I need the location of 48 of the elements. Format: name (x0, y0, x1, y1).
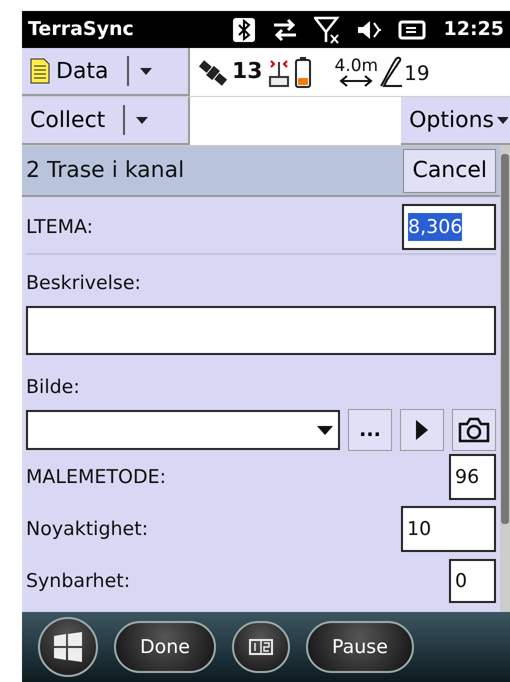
clock-time: 12:25 (444, 17, 504, 42)
caret-icon (316, 424, 334, 436)
pen-icon (378, 56, 404, 88)
double-arrow-icon (339, 74, 374, 86)
input-field[interactable]: 0 (449, 559, 496, 603)
radio-antenna-icon (266, 58, 291, 88)
document-icon (30, 58, 50, 84)
windows-logo-icon (52, 632, 84, 662)
field-label: Synbarhet: (26, 568, 130, 594)
feature-count: 19 (404, 60, 430, 87)
data-menu-button[interactable]: Data (22, 48, 190, 96)
caret-icon (496, 116, 508, 124)
options-menu-button[interactable]: Options (401, 97, 510, 145)
form-title: 2 Trase i kanal (26, 157, 184, 185)
cancel-button[interactable]: Cancel (403, 148, 496, 192)
battery-icon (294, 56, 311, 88)
app-title: TerraSync (28, 17, 134, 42)
input-field[interactable] (26, 306, 496, 354)
caret-icon (138, 66, 153, 76)
done-button[interactable]: Done (114, 621, 216, 673)
satellite-count: 13 (232, 58, 263, 86)
battery-charging-icon (398, 18, 428, 40)
caret-icon (135, 116, 150, 124)
scrollbar[interactable] (500, 146, 510, 612)
field-label: MALEMETODE: (26, 464, 166, 490)
play-icon (415, 419, 429, 441)
dropdown-field[interactable] (26, 410, 340, 450)
field-label: LTEMA: (26, 214, 94, 240)
camera-icon (458, 417, 490, 443)
field-label: Noyaktighet: (26, 516, 148, 542)
keyboard-button[interactable] (232, 621, 290, 673)
field-label: Beskrivelse: (26, 271, 142, 296)
camera-button[interactable] (452, 409, 496, 451)
browse-button[interactable]: ... (348, 409, 392, 451)
scrollbar-thumb[interactable] (501, 154, 509, 524)
field-label: Bilde: (26, 374, 81, 400)
input-field[interactable]: 10 (401, 506, 496, 552)
satellite-icon (198, 58, 228, 88)
input-field[interactable]: 96 (449, 454, 496, 500)
pause-button[interactable]: Pause (306, 621, 414, 673)
sync-arrows-icon (272, 16, 298, 42)
play-button[interactable] (400, 409, 444, 451)
bluetooth-icon (232, 16, 256, 42)
no-signal-icon (314, 16, 340, 44)
accuracy-value: 4.0m (334, 58, 378, 74)
keypad-icon (249, 639, 273, 655)
input-field[interactable]: 8,306 (402, 204, 496, 250)
collect-menu-button[interactable]: Collect (22, 97, 190, 145)
